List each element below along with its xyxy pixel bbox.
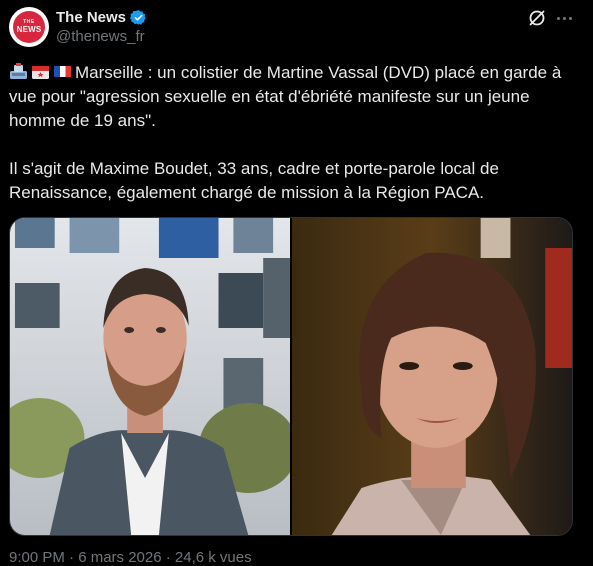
photo-martine-vassal[interactable] — [292, 218, 572, 535]
more-options-icon[interactable] — [554, 8, 574, 28]
tweet-paragraph-1-text: Marseille : un colistier de Martine Vass… — [9, 63, 562, 130]
france-flag-emoji — [53, 62, 72, 81]
avatar[interactable]: THE NEWS — [9, 7, 49, 47]
verified-badge-icon — [130, 9, 146, 25]
media-grid[interactable] — [9, 217, 573, 536]
avatar-logo: THE NEWS — [13, 11, 45, 43]
grok-icon[interactable] — [527, 8, 547, 28]
author-handle[interactable]: @thenews_fr — [56, 28, 145, 45]
tweet[interactable]: THE NEWS The News @thenews_fr Marseille … — [0, 0, 593, 566]
tweet-text: Marseille : un colistier de Martine Vass… — [9, 61, 585, 205]
avatar-text-bottom: NEWS — [16, 25, 42, 34]
police-car-light-emoji — [9, 62, 28, 81]
briefcase-emoji — [31, 62, 50, 81]
tweet-timestamp[interactable]: 9:00 PM · 6 mars 2026 · 24,6 k vues — [9, 549, 252, 566]
tweet-paragraph-2: Il s'agit de Maxime Boudet, 33 ans, cadr… — [9, 159, 499, 202]
author-display-name[interactable]: The News — [56, 9, 126, 26]
author-name-row: The News — [56, 7, 147, 27]
photo-maxime-boudet[interactable] — [10, 218, 290, 535]
tweet-paragraph-1: Marseille : un colistier de Martine Vass… — [9, 61, 585, 133]
